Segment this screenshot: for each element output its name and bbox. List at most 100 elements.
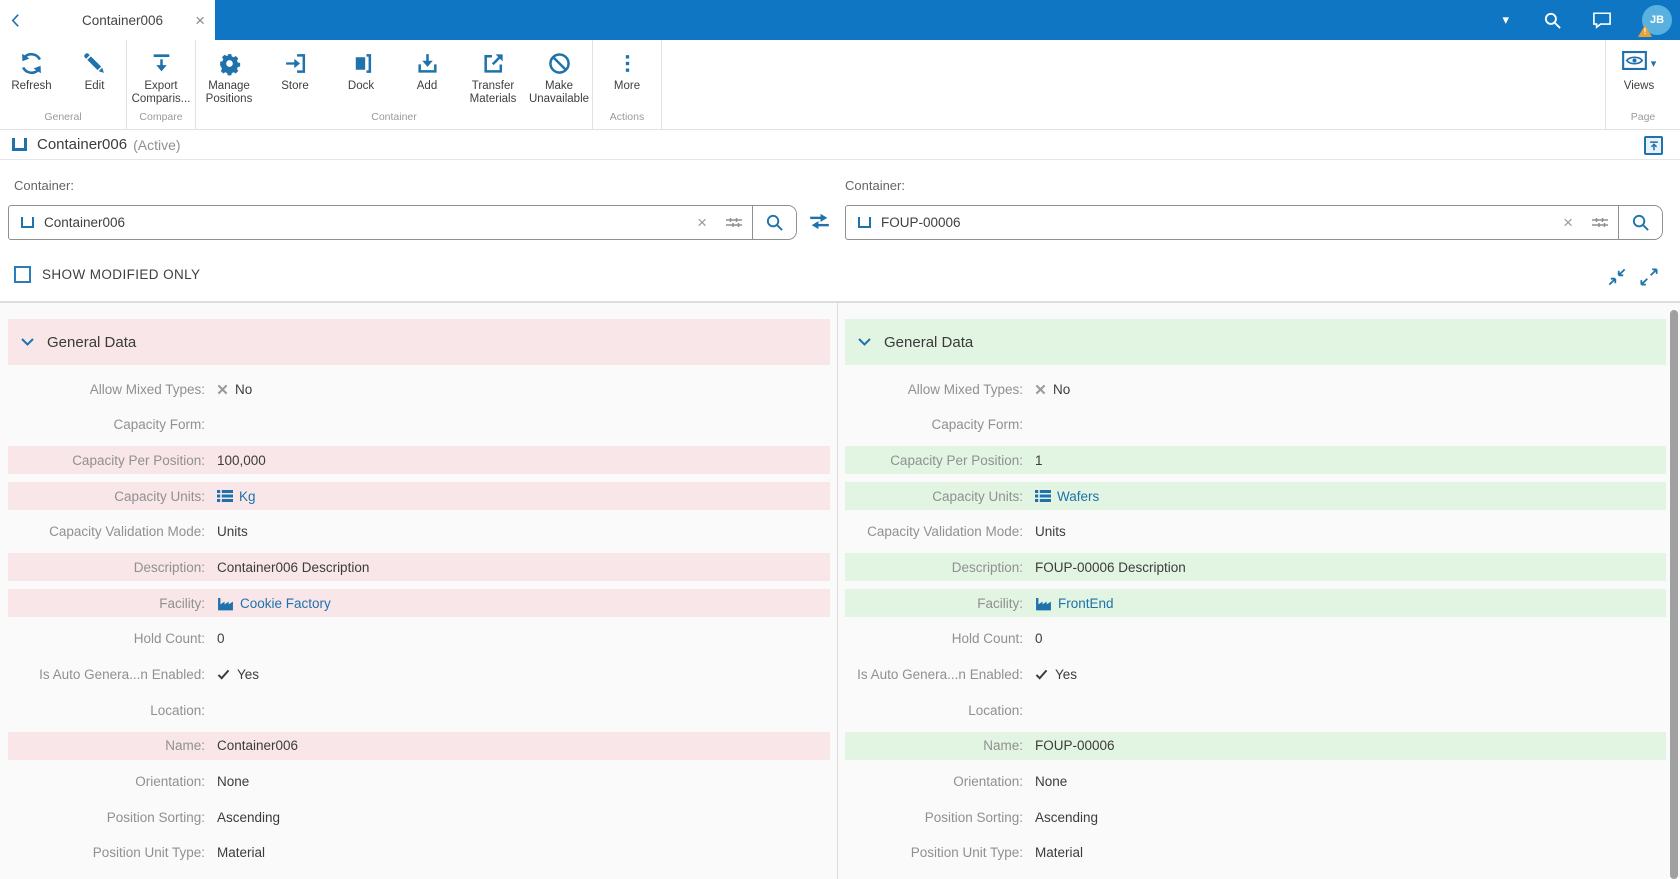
field-label: Capacity Form: xyxy=(931,417,1023,433)
make-unavailable-button[interactable]: Make Unavailable xyxy=(526,49,592,106)
chevron-down-icon xyxy=(21,333,34,351)
add-label: Add xyxy=(416,80,438,92)
scrollbar-thumb[interactable] xyxy=(1670,310,1678,879)
panel-right: General Data Allow Mixed Types: No Capacit… xyxy=(845,303,1666,879)
field-value-text: No xyxy=(1053,381,1071,397)
more-button[interactable]: More xyxy=(593,49,661,93)
topbar-dropdown-icon[interactable]: ▾ xyxy=(1502,12,1509,28)
topbar-chat-icon[interactable] xyxy=(1592,11,1612,29)
container-icon xyxy=(12,138,27,151)
check-icon xyxy=(1035,669,1048,680)
show-modified-checkbox[interactable] xyxy=(14,266,31,283)
field-label: Is Auto Genera...n Enabled: xyxy=(39,667,205,682)
general-data-header-right[interactable]: General Data xyxy=(845,319,1666,365)
add-button[interactable]: Add xyxy=(394,49,460,93)
field-rows-left: Allow Mixed Types: No Capacity Form: Capaci… xyxy=(8,375,830,867)
field-value-link[interactable]: Cookie Factory xyxy=(217,596,331,611)
field-row: Orientation: None xyxy=(845,768,1666,796)
list-icon xyxy=(217,489,233,503)
search-button[interactable] xyxy=(752,206,796,239)
filter-icon[interactable] xyxy=(1582,215,1618,230)
field-label: Facility: xyxy=(977,595,1023,611)
back-button[interactable] xyxy=(0,0,30,40)
x-icon xyxy=(217,384,228,395)
transfer-materials-icon xyxy=(481,49,506,77)
field-label: Orientation: xyxy=(135,774,205,790)
dock-button[interactable]: Dock xyxy=(328,49,394,93)
more-label: More xyxy=(613,80,641,92)
filter-icon[interactable] xyxy=(716,215,752,230)
field-value: No xyxy=(217,382,252,397)
status-badge: (Active) xyxy=(133,136,181,153)
topbar-search-icon[interactable] xyxy=(1543,11,1562,30)
export-comparison-button[interactable]: Export Comparis... xyxy=(127,49,195,106)
field-label: Capacity Per Position: xyxy=(890,452,1023,468)
section-title: General Data xyxy=(884,333,974,351)
field-label: Hold Count: xyxy=(951,631,1023,647)
field-value: Kg xyxy=(217,489,256,504)
tab-strip: Container006 × xyxy=(0,0,215,40)
field-value-text: Ascending xyxy=(217,809,281,825)
toolbar-group-label: Actions xyxy=(609,111,645,123)
tab-close-icon[interactable]: × xyxy=(195,12,205,29)
field-value-text: Units xyxy=(1035,524,1066,540)
edit-button[interactable]: Edit xyxy=(63,49,126,93)
top-bar: ▾ JB ! xyxy=(0,0,1680,40)
field-row: Description: Container006 Description xyxy=(8,553,830,582)
refresh-button[interactable]: Refresh xyxy=(0,49,63,93)
panel-expand-icon[interactable] xyxy=(1644,136,1663,155)
field-label: Orientation: xyxy=(953,774,1023,790)
field-value-text: Ascending xyxy=(1035,809,1099,825)
field-label: Is Auto Genera...n Enabled: xyxy=(857,667,1023,682)
export-comparison-icon xyxy=(149,49,174,77)
field-label: Allow Mixed Types: xyxy=(907,381,1023,397)
tab-container006[interactable]: Container006 × xyxy=(30,0,215,40)
transfer-materials-button[interactable]: Transfer Materials xyxy=(460,49,526,106)
factory-icon xyxy=(1035,596,1052,611)
field-row: Hold Count: 0 xyxy=(8,625,830,653)
collapse-all-icon[interactable] xyxy=(1608,268,1626,286)
search-button[interactable] xyxy=(1618,206,1662,239)
field-value-text: None xyxy=(217,774,250,790)
field-row: Position Unit Type: Material xyxy=(8,839,830,867)
swap-containers-button[interactable] xyxy=(806,210,833,233)
field-value: None xyxy=(1035,774,1067,789)
manage-positions-button[interactable]: Manage Positions xyxy=(196,49,262,106)
field-value-text: Cookie Factory xyxy=(240,595,331,611)
field-label: Description: xyxy=(133,559,205,575)
refresh-label: Refresh xyxy=(11,80,52,92)
store-button[interactable]: Store xyxy=(262,49,328,93)
field-row: Facility: FrontEnd xyxy=(845,589,1666,618)
general-data-header-left[interactable]: General Data xyxy=(8,319,830,365)
field-value: Wafers xyxy=(1035,489,1099,504)
field-row: Is Auto Genera...n Enabled: Yes xyxy=(8,661,830,689)
views-button[interactable]: ▾ Views xyxy=(1606,49,1672,93)
chevron-down-icon: ▾ xyxy=(1650,57,1657,70)
field-label: Capacity Validation Mode: xyxy=(867,524,1023,540)
field-value-link[interactable]: Wafers xyxy=(1035,489,1099,504)
field-label: Allow Mixed Types: xyxy=(89,381,205,397)
field-row: Description: FOUP-00006 Description xyxy=(845,553,1666,582)
field-value-text: 1 xyxy=(1035,452,1043,468)
avatar[interactable]: JB ! xyxy=(1638,5,1672,37)
toolbar-group-container: Manage Positions Store Dock Add Transfer… xyxy=(196,40,593,129)
field-value-text: Units xyxy=(217,524,248,540)
toolbar-group-label: Compare xyxy=(139,111,183,123)
make-unavailable-label: Make Unavailable xyxy=(528,80,590,105)
field-value-link[interactable]: Kg xyxy=(217,489,256,504)
field-value-text: Kg xyxy=(239,488,256,504)
field-value-text: Wafers xyxy=(1057,488,1100,504)
field-value-link[interactable]: FrontEnd xyxy=(1035,596,1114,611)
field-value-text: Material xyxy=(1035,845,1084,861)
comparison-panels: General Data Allow Mixed Types: No Capacit… xyxy=(0,302,1680,879)
field-label: Position Sorting: xyxy=(106,809,205,825)
field-value: None xyxy=(217,774,249,789)
field-value-text: None xyxy=(1035,774,1068,790)
container-input-right[interactable] xyxy=(881,215,1555,230)
expand-all-icon[interactable] xyxy=(1640,268,1658,286)
field-label: Capacity Validation Mode: xyxy=(49,524,205,540)
container-label-right: Container: xyxy=(845,178,905,193)
clear-icon[interactable]: × xyxy=(1554,214,1582,231)
container-input-left[interactable] xyxy=(44,215,689,230)
clear-icon[interactable]: × xyxy=(688,214,716,231)
